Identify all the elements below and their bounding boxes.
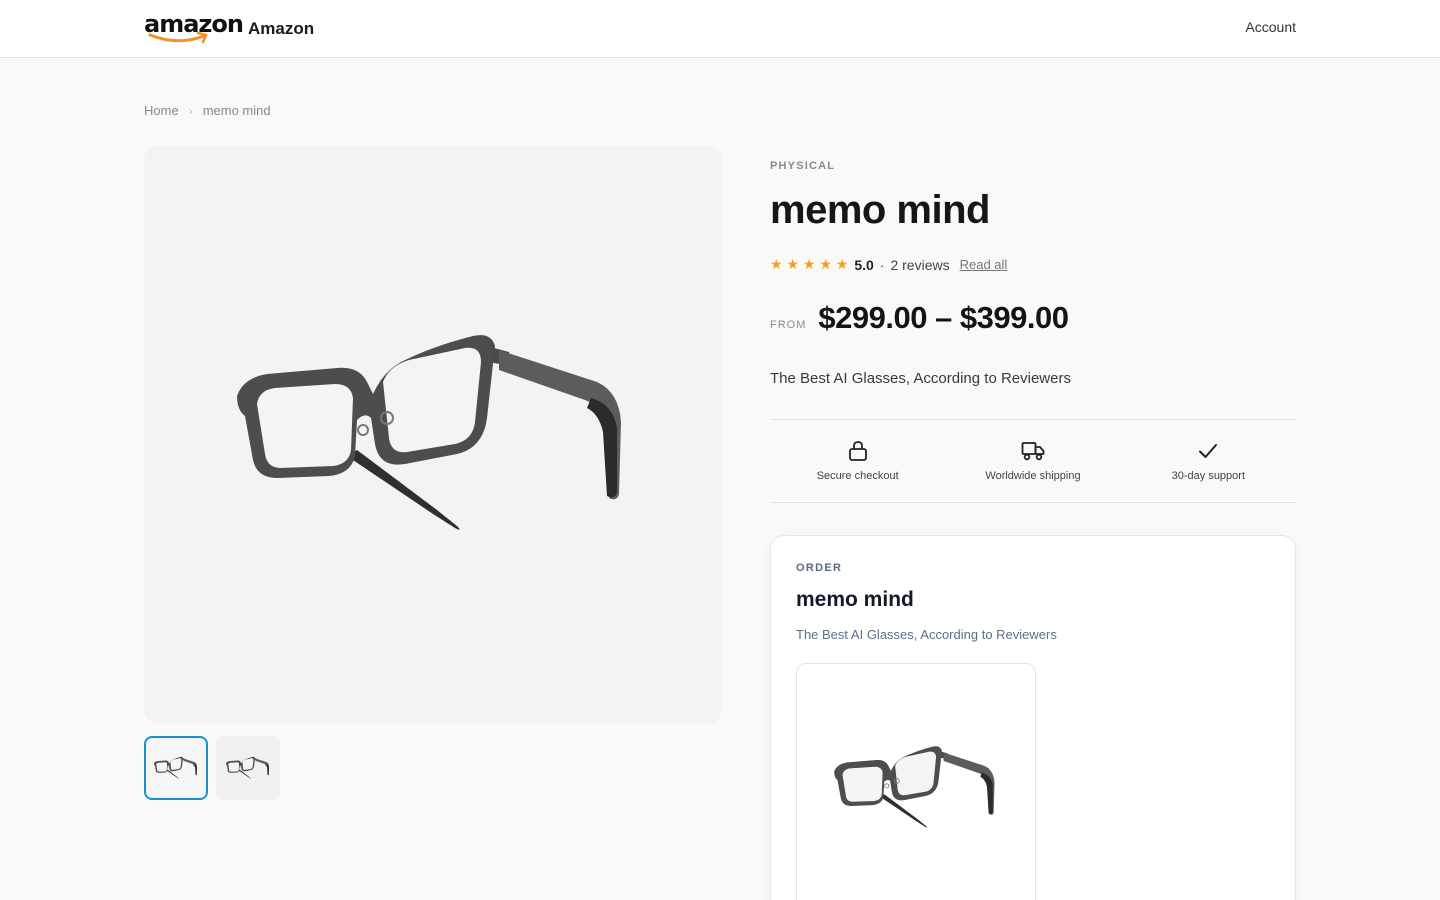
product-tagline: The Best AI Glasses, According to Review… [770, 370, 1071, 387]
glasses-product-image [237, 334, 622, 531]
variant-option-card[interactable] [796, 663, 1036, 900]
price-prefix: FROM [770, 319, 807, 331]
order-title: memo mind [796, 588, 914, 611]
order-subtitle: The Best AI Glasses, According to Review… [796, 627, 1057, 642]
brand-name: Amazon [248, 19, 315, 38]
read-all-reviews-link[interactable]: Read all [960, 257, 1008, 272]
thumbnail-strip [144, 736, 280, 800]
product-rating: ★ ★ ★ ★ ★ 5.0 · 2 reviews Read all [770, 256, 1007, 273]
thumbnail-2[interactable] [216, 736, 280, 800]
lock-icon [848, 441, 867, 461]
glasses-variant-image [834, 745, 995, 828]
thumbnail-1[interactable] [144, 736, 208, 800]
feature-worldwide-shipping: Worldwide shipping [945, 420, 1120, 502]
glasses-thumbnail-1 [154, 756, 198, 779]
order-eyebrow: ORDER [796, 562, 843, 574]
breadcrumb-separator: › [188, 103, 193, 118]
price-range: $299.00 – $399.00 [818, 300, 1069, 335]
main-product-image[interactable] [144, 146, 722, 724]
rating-score: 5.0 [854, 256, 874, 273]
product-title: memo mind [770, 188, 990, 232]
breadcrumb-home-link[interactable]: Home [144, 103, 179, 118]
rating-separator: · [879, 256, 885, 273]
order-card: ORDER memo mind The Best AI Glasses, Acc… [770, 535, 1296, 900]
feature-label: Secure checkout [816, 470, 899, 482]
feature-strip: Secure checkout Worldwide shipping 30-da… [770, 419, 1296, 503]
account-link[interactable]: Account [1245, 19, 1296, 35]
feature-label: 30-day support [1171, 470, 1246, 482]
rating-stars-icon: ★ ★ ★ ★ ★ [770, 256, 849, 272]
check-icon [1199, 444, 1218, 458]
top-navigation-bar: amazon Amazon Account [0, 0, 1440, 58]
truck-icon [1021, 442, 1045, 461]
glasses-thumbnail-2 [226, 756, 270, 779]
feature-label: Worldwide shipping [985, 470, 1081, 482]
amazon-logo-icon: amazon [144, 10, 244, 44]
breadcrumb: Home › memo mind [144, 103, 271, 118]
breadcrumb-current: memo mind [202, 103, 271, 118]
product-category: PHYSICAL [770, 160, 836, 172]
feature-secure-checkout: Secure checkout [770, 420, 945, 502]
brand-home-link[interactable]: amazon Amazon [144, 10, 315, 44]
feature-30-day-support: 30-day support [1121, 420, 1296, 502]
price-row: FROM $299.00 – $399.00 [770, 300, 1069, 336]
smile-arrow-icon [148, 32, 208, 44]
review-count: 2 reviews [890, 256, 950, 273]
